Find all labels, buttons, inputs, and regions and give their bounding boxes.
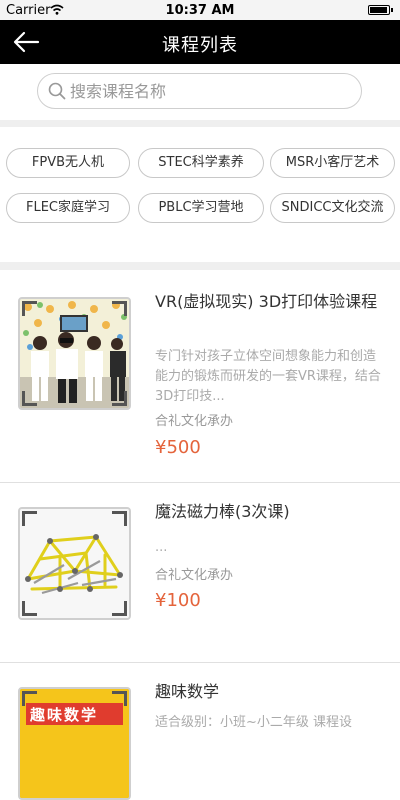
course-description: 适合级别：小班~小二年级 课程设 (155, 715, 353, 730)
course-organizer: 合礼文化承办 (155, 414, 234, 429)
status-bar: Carrier 10:37 AM (0, 0, 400, 20)
tag-sndicc[interactable]: SNDICC文化交流 (270, 193, 395, 223)
divider (0, 262, 400, 270)
battery-icon (368, 5, 393, 15)
book-cover-text: 趣味数学 (30, 706, 99, 724)
course-price: ¥100 (155, 590, 201, 611)
search-input[interactable] (70, 80, 350, 102)
clock: 10:37 AM (165, 3, 235, 18)
tag-stec[interactable]: STEC科学素养 (138, 148, 264, 178)
page-title: 课程列表 (162, 35, 238, 56)
category-tags: FPVB无人机 STEC科学素养 MSR小客厅艺术 FLEC家庭学习 PBLC学… (0, 127, 400, 262)
course-thumbnail (18, 507, 131, 620)
course-item[interactable]: VR(虚拟现实) 3D打印体验课程 专门针对孩子立体空间想象能力和创造能力的锻炼… (0, 280, 400, 482)
divider (0, 662, 400, 663)
course-thumbnail (18, 297, 131, 410)
course-description: ... (155, 540, 168, 555)
search-box[interactable] (37, 73, 362, 109)
course-price: ¥500 (155, 437, 201, 458)
course-title: VR(虚拟现实) 3D打印体验课程 (155, 292, 378, 311)
divider (0, 120, 400, 127)
tag-fpvb[interactable]: FPVB无人机 (6, 148, 130, 178)
course-organizer: 合礼文化承办 (155, 568, 234, 583)
course-item[interactable]: 魔法磁力棒(3次课) ... 合礼文化承办 ¥100 (0, 490, 400, 662)
search-section (0, 64, 400, 120)
course-title: 趣味数学 (155, 682, 220, 701)
course-description: 专门针对孩子立体空间想象能力和创造能力的锻炼而研发的一套VR课程，结合3D打印技… (155, 349, 381, 404)
tag-pblc[interactable]: PBLC学习营地 (138, 193, 264, 223)
divider (0, 482, 400, 483)
tag-flec[interactable]: FLEC家庭学习 (6, 193, 130, 223)
course-thumbnail: 趣味数学 (18, 687, 131, 800)
course-title: 魔法磁力棒(3次课) (155, 502, 290, 521)
tag-msr[interactable]: MSR小客厅艺术 (270, 148, 395, 178)
course-item[interactable]: 趣味数学 趣味数学 适合级别：小班~小二年级 课程设 (0, 670, 400, 800)
nav-bar: 课程列表 (0, 20, 400, 64)
search-icon (48, 82, 66, 100)
